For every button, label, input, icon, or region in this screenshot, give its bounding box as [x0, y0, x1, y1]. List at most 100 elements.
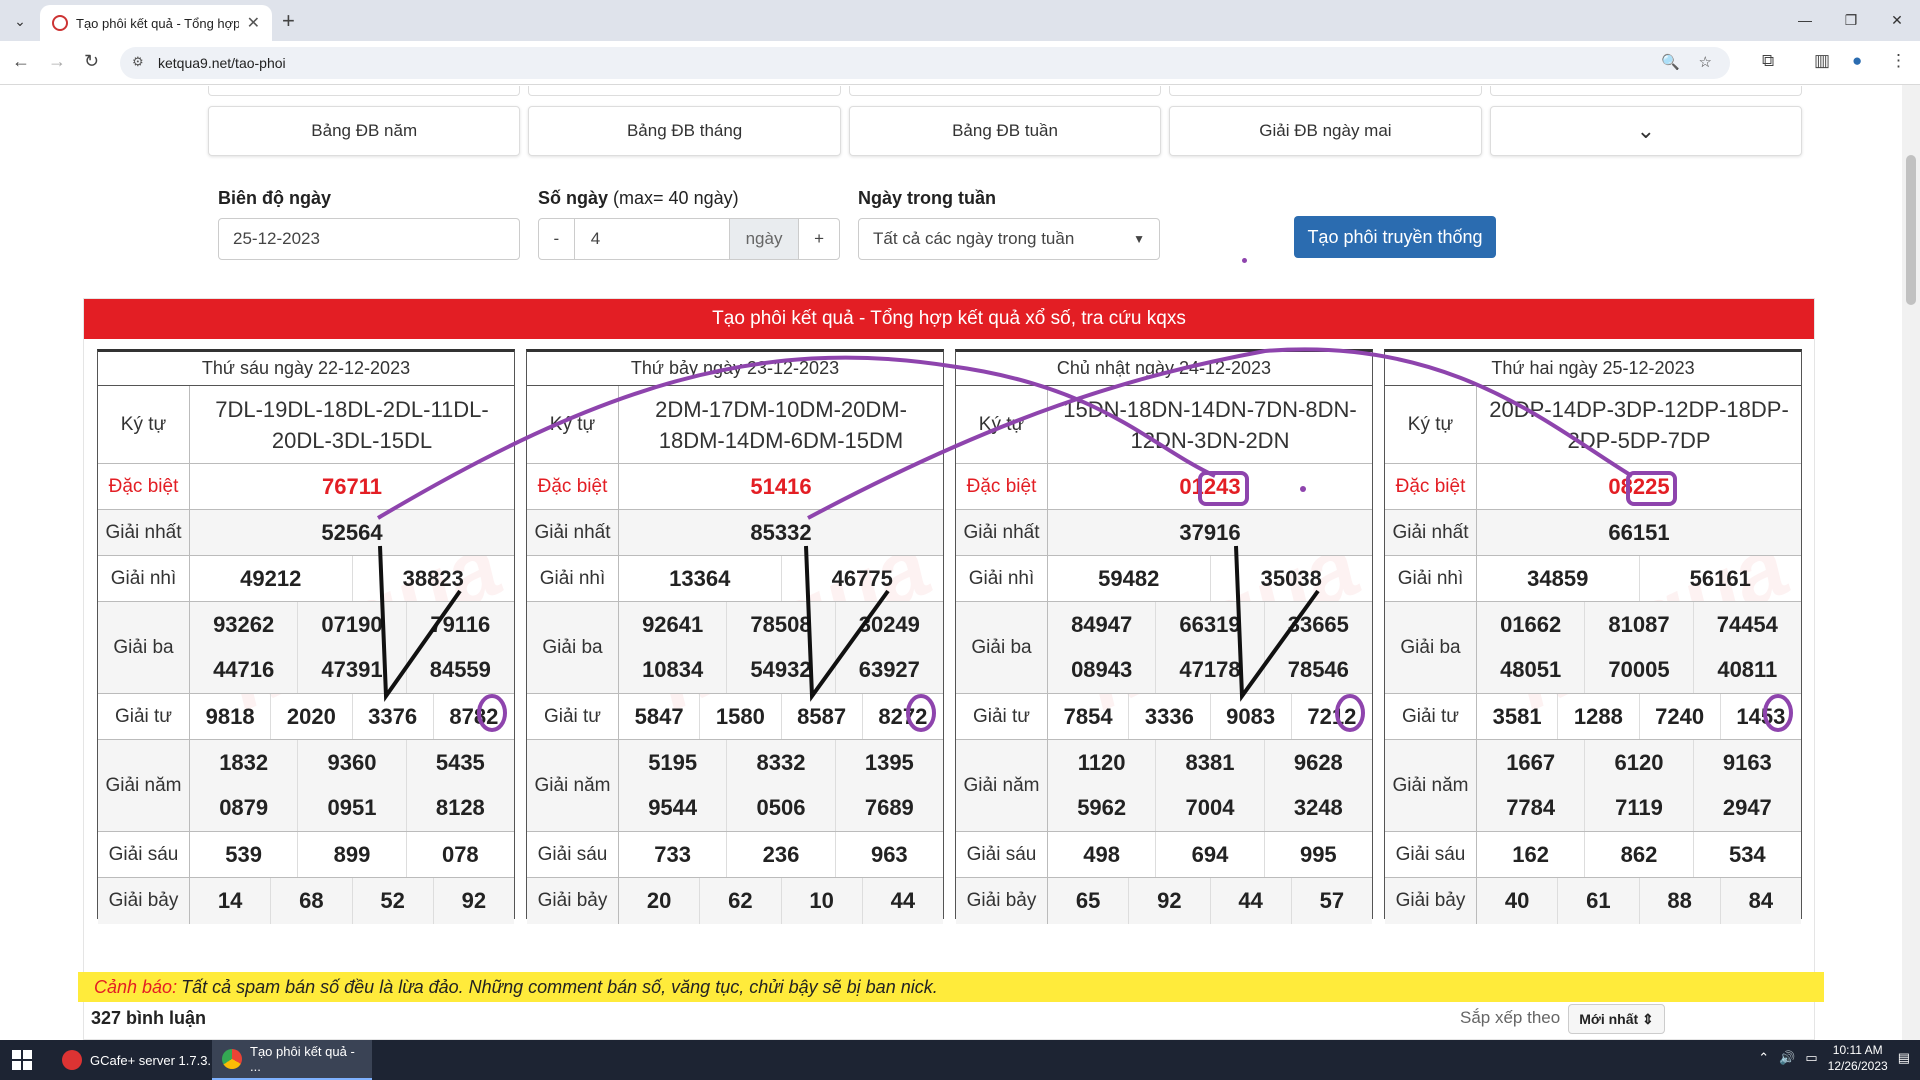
forward-icon[interactable]: →	[48, 51, 66, 72]
bang-db-tuan-button[interactable]: Bảng ĐB tuần	[848, 106, 1162, 156]
row-giai-nhat: Giải nhất 52564	[98, 510, 514, 556]
tab-search-icon[interactable]: ⌄	[8, 9, 32, 33]
prize-number: 74454	[1716, 611, 1778, 637]
prize-number: 14	[190, 878, 272, 924]
days-plus-button[interactable]: +	[799, 219, 839, 259]
prize-number: 7240	[1640, 694, 1721, 739]
prize-number: 10834	[619, 647, 728, 693]
row-label: Giải năm	[98, 740, 190, 831]
prize-number: 34859	[1477, 556, 1640, 601]
close-window-icon[interactable]: ✕	[1874, 0, 1920, 41]
close-tab-icon[interactable]: ✕	[247, 13, 260, 33]
zoom-icon[interactable]: 🔍	[1661, 53, 1680, 71]
prize-number: 8587	[782, 694, 863, 739]
date-input[interactable]: 25-12-2023	[218, 218, 520, 260]
row-giai-tu: Giải tư 5847 1580 8587 8272	[527, 694, 943, 740]
minimize-icon[interactable]: —	[1782, 0, 1828, 41]
row-label: Ký tự	[956, 386, 1048, 463]
quick-button-hidden[interactable]	[528, 86, 841, 96]
days-hint: (max= 40 ngày)	[613, 188, 739, 208]
prize-number: 5195	[619, 740, 728, 786]
row-label: Giải tư	[98, 694, 190, 739]
row-giai-sau: Giải sáu 539 899 078	[98, 832, 514, 878]
row-giai-nhat: Giải nhất 85332	[527, 510, 943, 556]
site-info-icon[interactable]: ⚙	[132, 54, 144, 70]
url-text[interactable]: ketqua9.net/tao-phoi	[158, 55, 286, 71]
prize-number: 66151	[1608, 519, 1670, 545]
special-prize-number: 08225	[1608, 473, 1670, 499]
days-input[interactable]: 4	[575, 219, 730, 259]
system-tray: ⌃ 🔊 ▭ 10:11 AM 12/26/2023 ▤	[1758, 1042, 1910, 1074]
row-label: Giải nhì	[98, 556, 190, 601]
scrollbar-thumb[interactable]	[1906, 155, 1916, 305]
extensions-icon[interactable]: ⧉	[1762, 51, 1774, 71]
prize-number: 6120	[1585, 740, 1694, 786]
network-icon[interactable]: ▭	[1805, 1050, 1817, 1066]
bookmark-star-icon[interactable]: ☆	[1699, 53, 1712, 71]
side-panel-icon[interactable]: ▥	[1814, 51, 1830, 71]
taskbar-app-chrome[interactable]: Tạo phôi kết quả - ...	[212, 1040, 372, 1080]
quick-button-hidden[interactable]	[1169, 86, 1482, 96]
prize-number: 534	[1728, 841, 1766, 867]
reload-icon[interactable]: ↻	[84, 51, 99, 72]
prize-number: 85332	[750, 519, 812, 545]
prize-number: 8128	[435, 795, 485, 821]
days-label: Số ngày (max= 40 ngày)	[538, 188, 739, 209]
prize-number: 35038	[1260, 565, 1322, 591]
quick-button-hidden[interactable]	[1489, 86, 1803, 96]
prize-number: 79116	[430, 611, 491, 637]
prize-number: 694	[1156, 832, 1265, 877]
row-giai-bay: Giải bảy 40 61 88 84	[1385, 878, 1801, 924]
row-giai-ba: Giải ba 01662 81087 74454 48051 70005 40811	[1385, 602, 1801, 694]
sort-select[interactable]: Mới nhất ⇕	[1568, 1004, 1665, 1034]
prize-number: 62	[700, 878, 782, 924]
taskbar-app-gcafe[interactable]: GCafe+ server 1.7.3...	[52, 1040, 228, 1080]
prize-number: 44	[1211, 878, 1292, 924]
result-card: ketqua Chủ nhật ngày 24-12-2023 Ký tự 15…	[955, 349, 1373, 924]
profile-avatar-icon[interactable]: ●	[1852, 51, 1862, 71]
row-label: Giải nhất	[527, 510, 619, 555]
warning-text: Tất cả spam bán số đều là lừa đảo. Những…	[181, 976, 938, 997]
prize-number: 84947	[1048, 602, 1157, 648]
row-giai-bay: Giải bảy 65 92 44 57	[956, 878, 1372, 924]
prize-number: 9544	[619, 785, 728, 831]
volume-icon[interactable]: 🔊	[1779, 1050, 1795, 1066]
giai-db-ngay-mai-button[interactable]: Giải ĐB ngày mai	[1169, 106, 1482, 156]
menu-kebab-icon[interactable]: ⋮	[1890, 51, 1907, 71]
expand-more-button[interactable]: ⌄	[1489, 106, 1803, 156]
prize-number: 162	[1477, 832, 1586, 877]
prize-number: 9083	[1211, 694, 1292, 739]
row-label: Ký tự	[98, 386, 190, 463]
tray-chevron-icon[interactable]: ⌃	[1758, 1050, 1769, 1066]
days-minus-button[interactable]: -	[539, 219, 575, 259]
submit-button[interactable]: Tạo phôi truyền thống	[1294, 216, 1496, 258]
bang-db-nam-button[interactable]: Bảng ĐB năm	[208, 106, 521, 156]
windows-start-icon[interactable]	[12, 1050, 32, 1070]
row-label: Giải nhất	[1385, 510, 1477, 555]
new-tab-icon[interactable]: +	[282, 8, 295, 34]
quick-button-hidden[interactable]	[208, 86, 521, 96]
prize-number: 47391	[298, 647, 407, 693]
window-controls: — ❐ ✕	[1782, 0, 1920, 41]
prize-number: 995	[1299, 841, 1337, 867]
prize-number: 44	[890, 888, 916, 913]
row-giai-nam: Giải năm 1667 6120 9163 7784 7119 2947	[1385, 740, 1801, 832]
notification-icon[interactable]: ▤	[1898, 1050, 1910, 1066]
prize-number: 9628	[1293, 749, 1343, 775]
browser-tab-active[interactable]: Tạo phôi kết quả - Tổng hợp k ✕	[40, 5, 272, 41]
weekday-select[interactable]: Tất cả các ngày trong tuần ▼	[858, 218, 1160, 260]
row-giai-bay: Giải bảy 14 68 52 92	[98, 878, 514, 924]
back-icon[interactable]: ←	[12, 51, 30, 72]
restore-icon[interactable]: ❐	[1828, 0, 1874, 41]
card-date: Thứ sáu ngày 22-12-2023	[98, 352, 514, 386]
prize-number: 52564	[321, 519, 383, 545]
address-bar[interactable]: ⚙ ketqua9.net/tao-phoi 🔍 ☆	[120, 47, 1730, 79]
bang-db-thang-button[interactable]: Bảng ĐB tháng	[528, 106, 841, 156]
comment-count: 327 bình luận	[91, 1008, 207, 1028]
row-label: Giải tư	[527, 694, 619, 739]
prize-number: 7004	[1156, 785, 1265, 831]
prize-number: 01662	[1477, 602, 1586, 648]
clock[interactable]: 10:11 AM 12/26/2023	[1828, 1042, 1888, 1074]
prize-number: 7212	[1307, 703, 1357, 729]
quick-button-hidden[interactable]	[848, 86, 1162, 96]
